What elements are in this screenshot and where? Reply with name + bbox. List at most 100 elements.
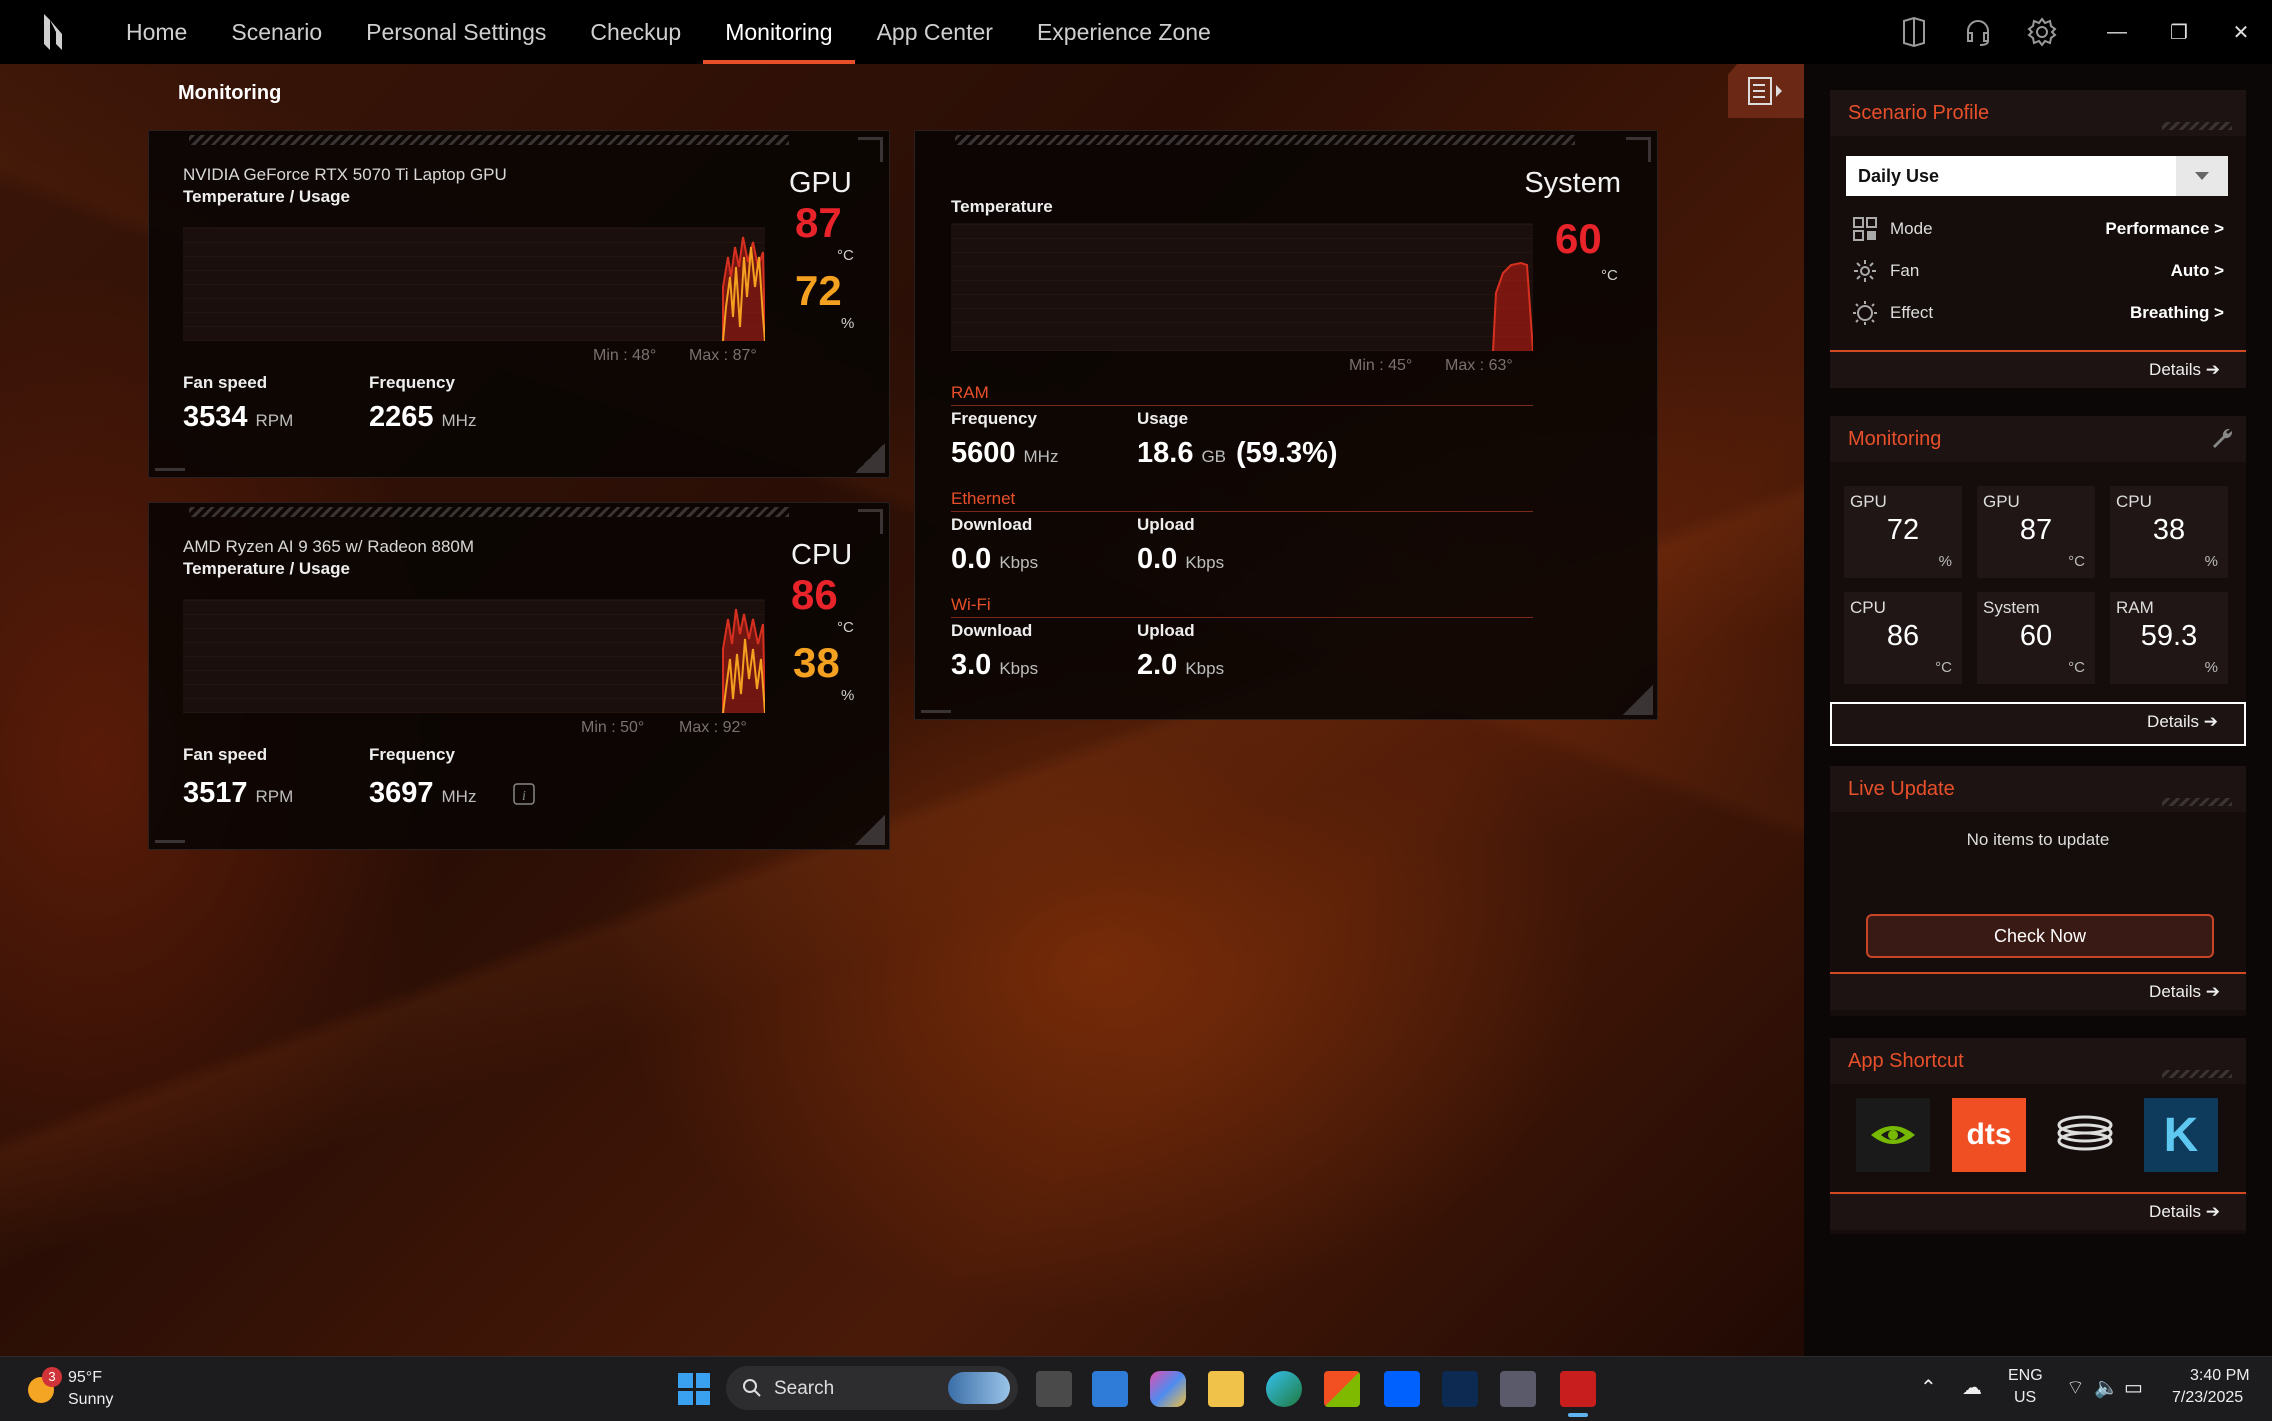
settings-gear-icon[interactable] (2010, 0, 2074, 64)
tile-system-temp: System 60 °C (1977, 592, 2095, 684)
search-icon (743, 1379, 761, 1397)
ram-section-title: RAM (951, 383, 989, 402)
ram-freq-label: Frequency (951, 409, 1037, 428)
live-update-details-link[interactable]: Details ➔ (2149, 982, 2220, 1002)
app-shortcut-card: App Shortcut dts K Details ➔ (1830, 1038, 2246, 1234)
language-region[interactable]: US (2014, 1389, 2036, 1407)
volume-icon[interactable]: 🔈 (2094, 1375, 2119, 1400)
sidebar-collapse-button[interactable] (1728, 64, 1804, 118)
gpu-panel: NVIDIA GeForce RTX 5070 Ti Laptop GPU Te… (148, 130, 890, 478)
cpu-fan-speed: 3517 RPM (183, 777, 294, 809)
cloud-off-icon[interactable]: ☁ (1962, 1375, 1982, 1400)
k-app-icon[interactable]: K (2144, 1098, 2218, 1172)
gpu-max: Max : 87° (689, 347, 757, 364)
wrench-icon[interactable] (2210, 426, 2234, 450)
minimize-button[interactable]: — (2086, 0, 2148, 64)
tile-ram-usage: RAM 59.3% (2110, 592, 2228, 684)
clock-time[interactable]: 3:40 PM (2190, 1367, 2250, 1385)
profile-effect-row[interactable]: Effect Breathing > (1852, 298, 2224, 328)
ring-app-icon[interactable] (2048, 1098, 2122, 1172)
wifi-upload-label: Upload (1137, 621, 1195, 640)
cpu-label: CPU (791, 539, 853, 571)
check-now-button[interactable]: Check Now (1866, 914, 2214, 958)
store-icon[interactable] (1324, 1371, 1360, 1407)
nav-app-center[interactable]: App Center (855, 0, 1015, 64)
effect-sun-icon (1853, 301, 1877, 325)
arrow-right-icon: ➔ (2203, 712, 2218, 731)
weather-widget[interactable]: 3 95°F Sunny (24, 1365, 134, 1413)
cpu-name: AMD Ryzen AI 9 365 w/ Radeon 880M (183, 537, 475, 556)
profile-mode-row[interactable]: Mode Performance > (1852, 214, 2224, 244)
game-app-icon[interactable] (1500, 1371, 1536, 1407)
fan-value: Auto > (2170, 261, 2224, 280)
effect-label: Effect (1890, 303, 1934, 322)
system-temp-label: Temperature (951, 197, 1053, 216)
clock-date[interactable]: 7/23/2025 (2172, 1389, 2243, 1407)
nav-monitoring[interactable]: Monitoring (703, 0, 855, 64)
nvidia-icon[interactable] (1856, 1098, 1930, 1172)
edge-icon[interactable] (1266, 1371, 1302, 1407)
file-explorer-icon[interactable] (1208, 1371, 1244, 1407)
shield-icon[interactable] (1882, 0, 1946, 64)
scenario-details-link[interactable]: Details ➔ (2149, 360, 2220, 380)
weather-badge: 3 (42, 1367, 62, 1387)
restore-button[interactable]: ❐ (2148, 0, 2210, 64)
monitoring-card-title: Monitoring (1848, 428, 1942, 450)
nav-personal-settings[interactable]: Personal Settings (344, 0, 568, 64)
cpu-usage-unit: % (841, 687, 855, 704)
gpu-freq-label: Frequency (369, 373, 455, 392)
nav-scenario[interactable]: Scenario (209, 0, 344, 64)
nav-home[interactable]: Home (104, 0, 209, 64)
gpu-subtitle: Temperature / Usage (183, 187, 350, 206)
nav-checkup[interactable]: Checkup (568, 0, 703, 64)
app-shortcut-title: App Shortcut (1848, 1050, 1964, 1072)
ram-usage: 18.6 GB (59.3%) (1137, 437, 1338, 469)
wifi-icon[interactable]: ⌔ (2066, 1375, 2085, 1400)
cpu-info-icon[interactable]: i (513, 783, 535, 805)
system-graph (951, 223, 1533, 351)
taskbar-search[interactable]: Search (726, 1366, 1018, 1410)
gpu-label: GPU (789, 167, 852, 199)
cpu-graph-plot (722, 608, 765, 713)
cpu-min: Min : 50° (581, 719, 645, 736)
gpu-fan-label: Fan speed (183, 373, 268, 392)
chevron-up-icon[interactable]: ⌃ (1920, 1375, 1937, 1400)
shield-app-icon[interactable] (1442, 1371, 1478, 1407)
ethernet-upload: 0.0 Kbps (1137, 543, 1225, 575)
battery-icon[interactable]: ▭ (2124, 1375, 2143, 1400)
dropbox-icon[interactable] (1384, 1371, 1420, 1407)
weather-desc: Sunny (68, 1391, 114, 1408)
cpu-subtitle: Temperature / Usage (183, 559, 350, 578)
headset-icon[interactable] (1946, 0, 2010, 64)
gpu-graph (183, 227, 765, 341)
task-view-icon[interactable] (1036, 1371, 1072, 1407)
copilot-pen-icon[interactable] (1092, 1371, 1128, 1407)
scenario-profile-dropdown[interactable]: Daily Use (1846, 156, 2228, 196)
gpu-frequency: 2265 MHz (369, 401, 477, 433)
nav-experience-zone[interactable]: Experience Zone (1015, 0, 1233, 64)
system-graph-plot (1492, 261, 1533, 351)
predator-logo-icon (44, 14, 62, 50)
wifi-download-label: Download (951, 621, 1033, 640)
top-navigation-bar: Home Scenario Personal Settings Checkup … (0, 0, 2272, 64)
monitoring-details-link[interactable]: Details ➔ (2147, 712, 2218, 732)
dts-icon[interactable]: dts (1952, 1098, 2026, 1172)
system-temp-value: 60 (1555, 215, 1602, 262)
weather-temp: 95°F (68, 1369, 102, 1386)
sidebar-toggle-icon (1748, 77, 1782, 105)
windows-start-icon[interactable] (678, 1373, 710, 1405)
search-highlight-icon (948, 1372, 1010, 1404)
language-code[interactable]: ENG (2008, 1367, 2043, 1385)
live-update-card: Live Update No items to update Check Now… (1830, 766, 2246, 1016)
gpu-temp-value: 87 (795, 199, 842, 246)
scenario-profile-title: Scenario Profile (1848, 102, 1990, 124)
close-button[interactable]: ✕ (2210, 0, 2272, 64)
copilot-icon[interactable] (1150, 1371, 1186, 1407)
predatorsense-icon[interactable] (1560, 1371, 1596, 1407)
gpu-graph-plot (722, 236, 765, 341)
effect-value: Breathing > (2130, 303, 2224, 322)
profile-fan-row[interactable]: Fan Auto > (1852, 256, 2224, 286)
app-shortcut-details-link[interactable]: Details ➔ (2149, 1202, 2220, 1222)
page-title: Monitoring (178, 82, 282, 104)
arrow-right-icon: ➔ (2205, 360, 2220, 379)
